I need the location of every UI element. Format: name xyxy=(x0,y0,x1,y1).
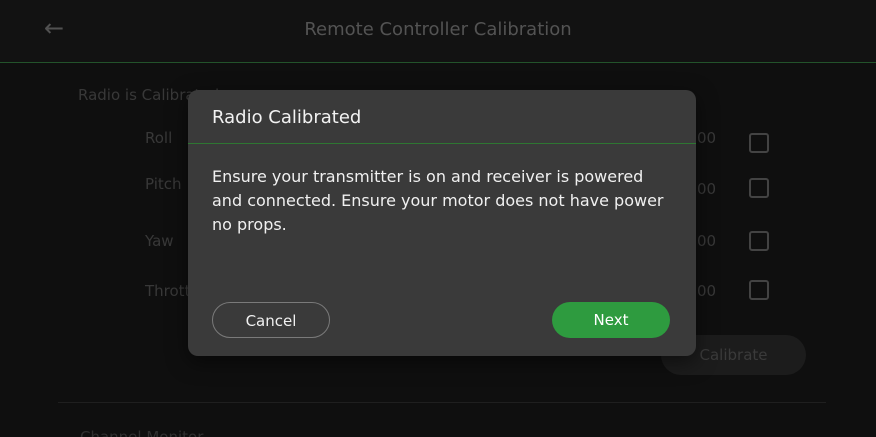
cancel-button[interactable]: Cancel xyxy=(212,302,330,338)
dialog-title-divider xyxy=(188,143,696,144)
dialog-body: Ensure your transmitter is on and receiv… xyxy=(212,167,664,234)
dialog-title: Radio Calibrated xyxy=(212,107,362,128)
calibration-screen: ← Remote Controller Calibration Radio is… xyxy=(0,0,876,437)
next-button[interactable]: Next xyxy=(552,302,670,338)
radio-calibrated-dialog: Radio Calibrated Ensure your transmitter… xyxy=(188,90,696,356)
